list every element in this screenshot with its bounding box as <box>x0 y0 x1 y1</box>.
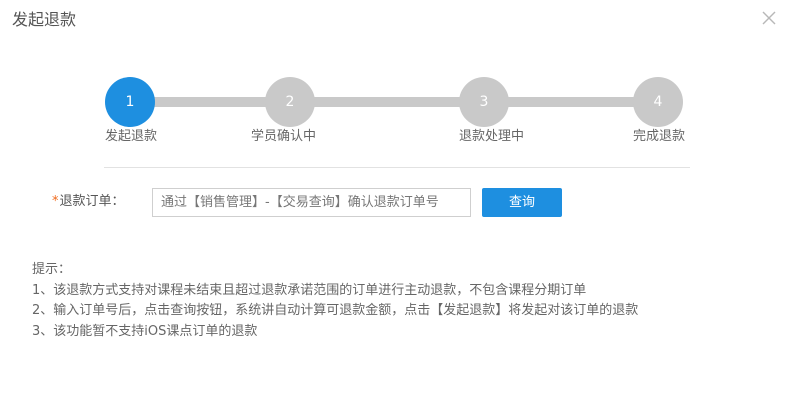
section-divider <box>104 167 690 168</box>
step-4-circle: 4 <box>633 77 683 127</box>
step-1-circle: 1 <box>105 77 155 127</box>
step-2-circle: 2 <box>265 77 315 127</box>
tips-heading: 提示： <box>32 262 72 277</box>
step-1-label: 发起退款 <box>105 129 158 144</box>
step-4-label: 完成退款 <box>633 129 686 144</box>
progress-stepper: 1 2 3 4 发起退款 学员确认中 退款处理中 完成退款 <box>0 0 785 170</box>
tip-item-1: 1、该退款方式支持对课程未结束且超过退款承诺范围的订单进行主动退款，不包含课程分… <box>32 282 587 298</box>
query-button[interactable]: 查询 <box>482 188 562 217</box>
tips-section: 提示： 1、该退款方式支持对课程未结束且超过退款承诺范围的订单进行主动退款，不包… <box>32 260 638 342</box>
order-field-label: *退款订单： <box>52 193 125 211</box>
tip-item-2: 2、输入订单号后，点击查询按钮，系统讲自动计算可退款金额，点击【发起退款】将发起… <box>32 303 639 318</box>
order-label-text: 退款订单： <box>59 194 125 209</box>
step-3-label: 退款处理中 <box>459 129 525 144</box>
order-number-input[interactable] <box>152 188 471 217</box>
step-3-circle: 3 <box>459 77 509 127</box>
step-2-label: 学员确认中 <box>251 129 317 144</box>
tip-item-3: 3、该功能暂不支持iOS课点订单的退款 <box>32 323 258 339</box>
stepper-track <box>130 97 658 107</box>
refund-dialog: 发起退款 1 2 3 4 发起退款 学员确认中 退款处理中 完成退款 *退款订单… <box>0 0 785 403</box>
required-mark: * <box>52 194 59 209</box>
